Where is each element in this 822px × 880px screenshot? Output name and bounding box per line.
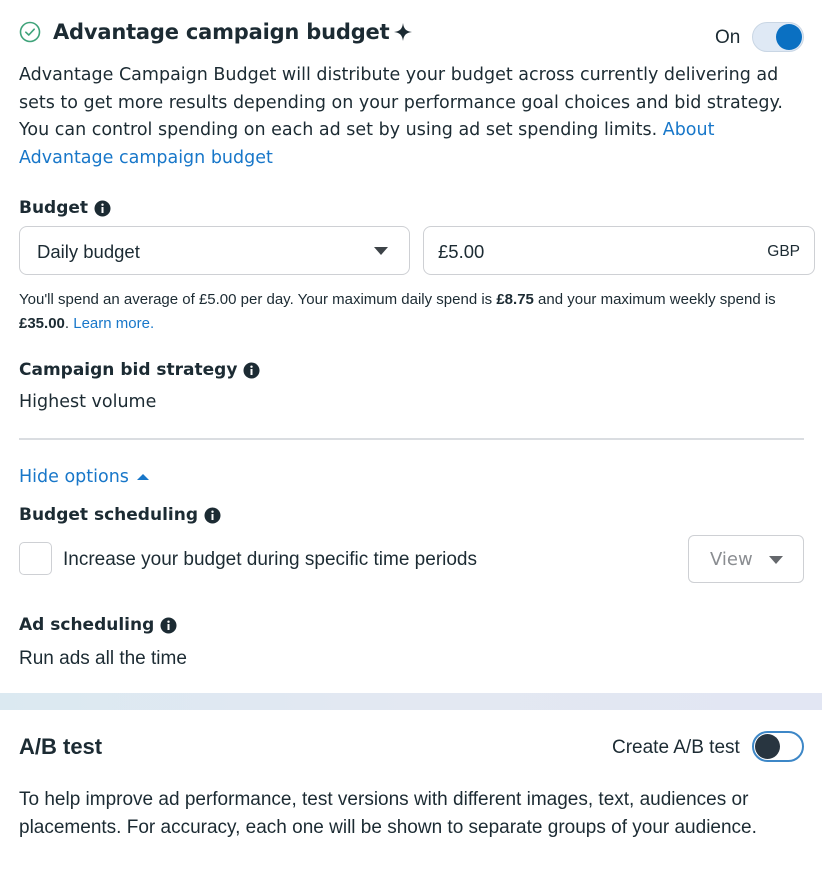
caret-down-icon <box>374 247 388 255</box>
budget-scheduling-label-text: Budget scheduling <box>19 505 198 525</box>
ab-test-toggle-label: Create A/B test <box>612 737 740 758</box>
info-icon[interactable] <box>160 617 177 634</box>
ad-scheduling-label: Ad scheduling <box>19 615 177 635</box>
advantage-toggle-label: On <box>715 27 741 48</box>
advantage-toggle[interactable] <box>752 22 804 52</box>
budget-amount-field[interactable]: GBP <box>423 226 815 275</box>
caret-up-icon <box>136 474 149 480</box>
learn-more-link[interactable]: Learn more. <box>73 315 154 332</box>
spend-note: You'll spend an average of £5.00 per day… <box>19 288 809 335</box>
advantage-description: Advantage Campaign Budget will distribut… <box>19 62 809 172</box>
max-weekly-spend: £35.00 <box>19 314 65 332</box>
bid-strategy-label: Campaign bid strategy <box>19 360 260 380</box>
spend-note-text: You'll spend an average of £5.00 per day… <box>19 291 497 308</box>
divider <box>19 438 804 440</box>
budget-label-text: Budget <box>19 198 89 218</box>
toggle-knob <box>755 734 780 759</box>
view-dropdown-button[interactable]: View <box>688 535 804 583</box>
advantage-title: Advantage campaign budget <box>53 20 390 44</box>
caret-down-icon <box>769 556 783 564</box>
budget-scheduling-checkbox-label[interactable]: Increase your budget during specific tim… <box>63 549 477 571</box>
info-icon[interactable] <box>204 507 221 524</box>
bid-strategy-value: Highest volume <box>19 392 157 412</box>
bid-strategy-label-text: Campaign bid strategy <box>19 360 238 380</box>
ad-scheduling-label-text: Ad scheduling <box>19 615 155 635</box>
section-separator <box>0 693 822 710</box>
budget-scheduling-label: Budget scheduling <box>19 505 221 525</box>
spend-note-text: . <box>64 314 74 332</box>
budget-type-select[interactable]: Daily budget <box>19 226 410 275</box>
info-icon[interactable] <box>243 362 260 379</box>
ab-test-description: To help improve ad performance, test ver… <box>19 789 757 838</box>
ab-test-title: A/B test <box>19 734 103 759</box>
hide-options-label: Hide options <box>19 467 129 487</box>
spend-note-text: and your maximum weekly spend is <box>533 291 776 308</box>
budget-amount-input[interactable] <box>436 237 740 267</box>
toggle-knob <box>776 24 802 50</box>
budget-label: Budget <box>19 198 111 218</box>
budget-type-value: Daily budget <box>37 241 140 262</box>
check-circle-icon <box>19 21 41 43</box>
info-icon[interactable] <box>94 200 111 217</box>
ad-scheduling-value: Run ads all the time <box>19 648 187 669</box>
advantage-header: Advantage campaign budget <box>19 20 413 44</box>
ab-test-toggle[interactable] <box>752 731 804 762</box>
budget-scheduling-checkbox[interactable] <box>19 542 52 575</box>
sparkle-icon <box>393 22 413 42</box>
hide-options-button[interactable]: Hide options <box>19 467 149 487</box>
view-button-label: View <box>710 549 753 570</box>
currency-label: GBP <box>767 243 800 260</box>
max-daily-spend: £8.75 <box>496 291 534 308</box>
